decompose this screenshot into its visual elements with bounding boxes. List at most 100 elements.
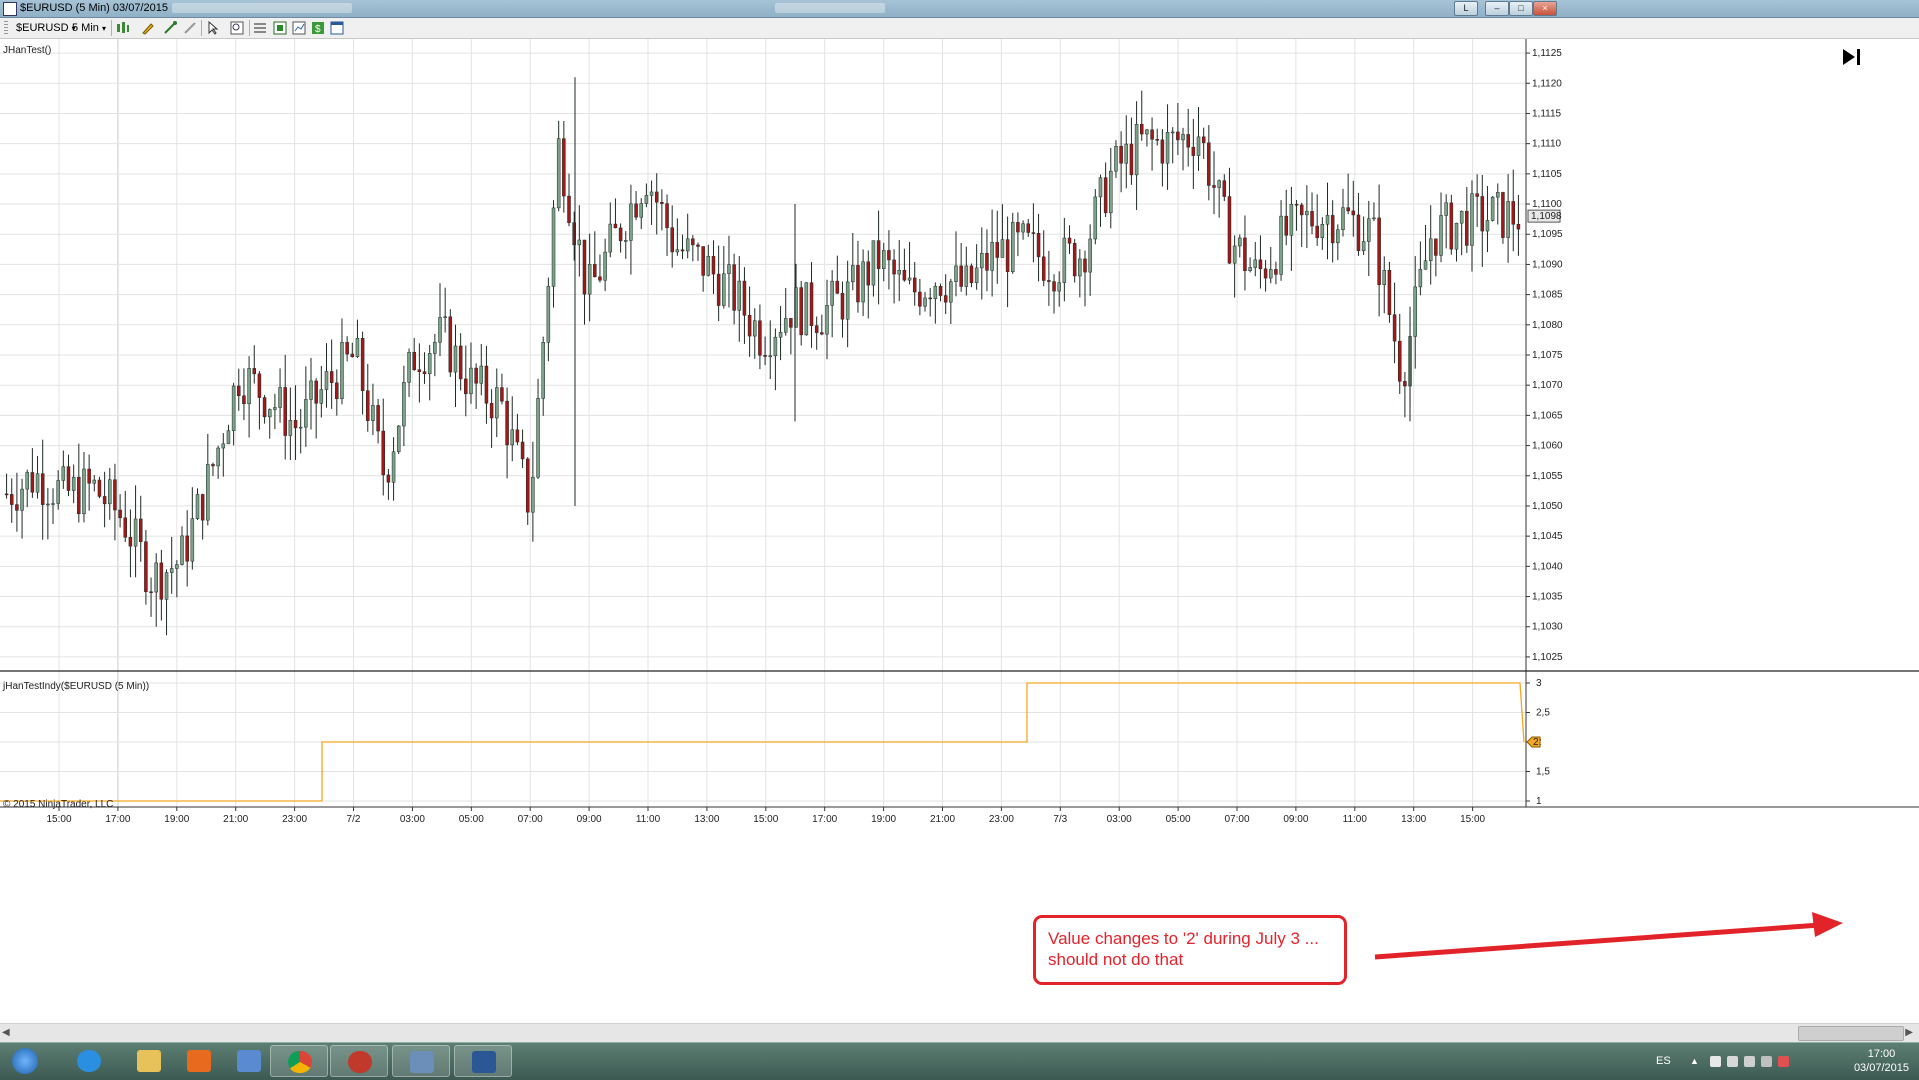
dollar-icon[interactable]: $ — [311, 21, 325, 35]
chart-area[interactable]: 15:00 17:00 19:00 21:00 23:00 7/2 03:00 05:00 07… — [0, 39, 1919, 829]
candle-body — [1160, 139, 1165, 164]
candle-body — [959, 265, 963, 287]
interval-selector[interactable]: 5 Min ▾ — [72, 21, 106, 35]
scroll-left-icon[interactable]: ◀ — [2, 1027, 10, 1038]
candle-body — [608, 223, 613, 253]
taskbar-chrome[interactable] — [270, 1045, 328, 1077]
candle-body — [902, 270, 907, 281]
pencil-icon[interactable] — [141, 21, 155, 35]
y-tick-label: 1,1070 — [1532, 380, 1563, 391]
candle-body — [799, 287, 803, 336]
y-tick-label: 1 — [1536, 796, 1542, 807]
skip-to-end-icon[interactable] — [1841, 47, 1863, 67]
candle-body — [30, 472, 35, 493]
candle-body — [1361, 241, 1366, 252]
candle-body — [778, 332, 783, 338]
candle-body — [706, 256, 711, 276]
taskbar-internet-explorer[interactable] — [60, 1045, 118, 1077]
candle-body — [1268, 269, 1273, 279]
show-hidden-icons-icon[interactable]: ▲ — [1690, 1056, 1701, 1067]
interval-label: 5 Min — [72, 22, 99, 34]
x-tick-label: 21:00 — [930, 814, 955, 825]
candle-body — [453, 345, 458, 373]
drawing-tool-icon[interactable] — [163, 21, 177, 35]
candle-body — [1238, 237, 1242, 247]
candle-body — [355, 338, 360, 358]
language-indicator[interactable]: ES — [1656, 1055, 1671, 1067]
candle-body — [1134, 124, 1139, 176]
candle-body — [887, 250, 891, 261]
properties-icon[interactable] — [253, 21, 267, 35]
toolbar-separator — [111, 20, 112, 36]
candle-body — [1031, 232, 1036, 234]
candle-body — [1377, 217, 1381, 286]
copyright-text: © 2015 NinjaTrader, LLC — [3, 799, 114, 810]
horizontal-scrollbar[interactable]: ◀ ▶ — [0, 1023, 1919, 1042]
taskbar-clock[interactable]: 17:00 03/07/2015 — [1854, 1047, 1909, 1075]
volume-muted-icon[interactable] — [1778, 1056, 1789, 1067]
candle-body — [1145, 129, 1149, 135]
maximize-button[interactable]: □ — [1509, 1, 1533, 16]
indicators-icon[interactable] — [273, 21, 287, 35]
candle-body — [974, 267, 979, 283]
candle-body — [685, 238, 690, 252]
zoom-icon[interactable] — [230, 21, 244, 35]
y-tick-label: 3 — [1536, 678, 1542, 689]
candle-body — [1294, 203, 1299, 206]
y-tick-label: 2,5 — [1536, 708, 1550, 719]
candle-body — [1062, 237, 1067, 283]
instrument-selector[interactable]: $EURUSD ▾ — [16, 21, 76, 35]
candle-body — [500, 387, 504, 402]
y-tick-label: 1,1060 — [1532, 441, 1563, 452]
x-tick-label: 07:00 — [518, 814, 543, 825]
candle-body — [1330, 215, 1335, 244]
candle-body — [505, 400, 509, 446]
candle-body — [1098, 177, 1103, 198]
start-button[interactable] — [2, 1045, 50, 1077]
candle-body — [1232, 245, 1237, 264]
candle-body — [133, 518, 138, 547]
cursor-icon[interactable] — [206, 20, 220, 35]
x-tick-label: 15:00 — [1460, 814, 1485, 825]
crosshair-icon[interactable] — [183, 21, 197, 35]
network-icon[interactable] — [1727, 1056, 1738, 1067]
bar-style-icon[interactable] — [116, 21, 130, 35]
taskbar-ninjatrader[interactable] — [330, 1045, 388, 1077]
y-tick-label: 1,1105 — [1532, 169, 1562, 180]
data-box-icon[interactable] — [330, 21, 344, 35]
close-button[interactable]: × — [1533, 1, 1557, 16]
callout-line-1: Value changes to '2' during July 3 ... — [1048, 929, 1319, 948]
taskbar-word[interactable] — [454, 1045, 512, 1077]
candle-body — [1222, 180, 1227, 197]
window-link-button[interactable]: L — [1454, 1, 1478, 16]
y-tick-label: 1,1065 — [1532, 410, 1563, 421]
y-tick-label: 1,1045 — [1532, 531, 1563, 542]
action-center-icon[interactable] — [1744, 1056, 1755, 1067]
flag-icon[interactable] — [1710, 1056, 1721, 1067]
candle-body — [1449, 202, 1454, 250]
candle-body — [278, 387, 282, 408]
candle-body — [536, 398, 540, 478]
candle-body — [928, 297, 932, 300]
scrollbar-thumb[interactable] — [1798, 1026, 1904, 1041]
candle-body — [515, 429, 520, 443]
strategies-icon[interactable] — [292, 21, 306, 35]
candle-body — [1036, 233, 1041, 258]
candle-body — [1418, 268, 1423, 288]
candle-body — [371, 405, 375, 421]
windows-taskbar: ES ▲ 17:00 03/07/2015 — [0, 1042, 1919, 1080]
candle-body — [912, 277, 917, 293]
minimize-button[interactable]: – — [1485, 1, 1509, 16]
candle-body — [1392, 314, 1397, 342]
taskbar-remote-desktop[interactable] — [392, 1045, 450, 1077]
svg-text:$: $ — [315, 24, 321, 35]
scroll-right-icon[interactable]: ▶ — [1905, 1027, 1913, 1038]
chart-canvas[interactable]: 15:00 17:00 19:00 21:00 23:00 7/2 03:00 05:00 07… — [0, 39, 1919, 829]
candle-body — [345, 342, 349, 355]
candle-body — [1258, 259, 1263, 270]
candle-body — [634, 203, 638, 218]
monitor-tray-icon[interactable] — [1761, 1056, 1772, 1067]
candle-body — [448, 316, 453, 373]
candle-body — [546, 286, 551, 343]
candle-body — [1336, 229, 1340, 244]
